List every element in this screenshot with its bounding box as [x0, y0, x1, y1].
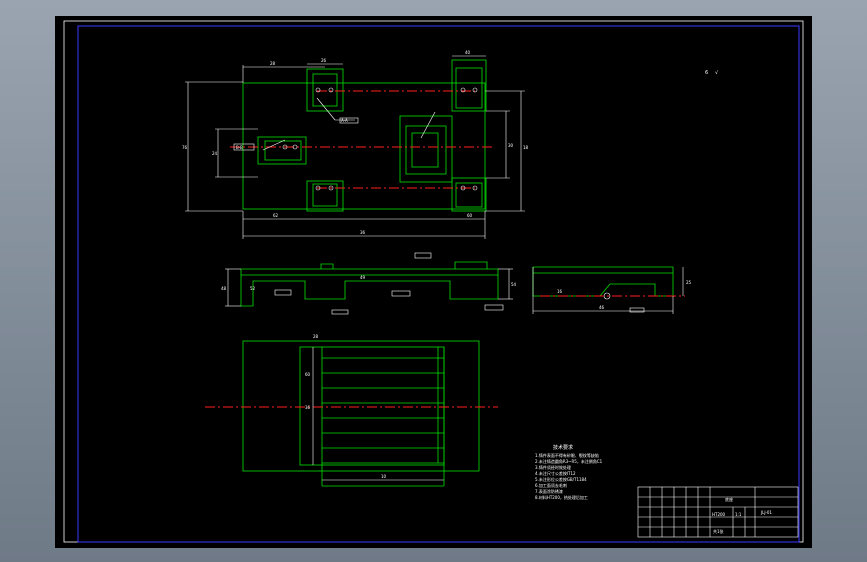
note-line: 3.铸件须经时效处理 [535, 464, 571, 470]
dim-text: 25 [686, 280, 692, 285]
top-view-body [242, 82, 486, 210]
dim-text: 28 [313, 334, 319, 339]
roughness-mark: √ [715, 70, 719, 76]
top-view: 28 26 40 76 24 18 30 36 62 60 A-A B-B [182, 50, 529, 239]
outer-frame [63, 20, 804, 543]
sheet-count: 共1张 [713, 528, 724, 534]
part-name: 底座 [725, 496, 733, 502]
scale: 1:1 [735, 512, 742, 517]
note-line: 6.加工面须去毛刺 [535, 482, 567, 488]
dim-text: 26 [321, 58, 327, 63]
svg-text:6: 6 [705, 70, 708, 76]
note-line: 7.表面涂防锈漆 [535, 488, 563, 494]
dim-text: 28 [270, 61, 276, 66]
material: HT200 [712, 512, 726, 517]
section-label: B-B [236, 145, 243, 150]
front-view: 48 54 52 49 [221, 252, 517, 315]
dim-text: 76 [182, 145, 188, 150]
side-view: 46 25 16 [532, 266, 692, 314]
dim-text: 36 [360, 230, 366, 235]
note-line: 5.未注形位公差按GB/T1184 [535, 476, 587, 482]
pad-bottom-left [306, 180, 344, 212]
cad-canvas: 6 √ 28 26 40 76 24 18 30 36 62 60 A-A B-… [63, 20, 804, 543]
dim-text: 40 [465, 50, 471, 55]
dim-text: 54 [511, 282, 517, 287]
dim-text: 48 [221, 286, 227, 291]
rib-lines [322, 347, 444, 464]
dim-text: 49 [360, 275, 366, 280]
dim-text: 36 [305, 405, 311, 410]
drawing-number: JLJ-01 [760, 510, 772, 515]
dim-text: 46 [599, 305, 605, 310]
note-line: 4.未注尺寸公差按IT12 [535, 470, 576, 476]
dim-text: 30 [508, 143, 514, 148]
drawing-sheet: 6 √ 28 26 40 76 24 18 30 36 62 60 A-A B-… [55, 16, 812, 548]
section-label: A-A [341, 118, 348, 123]
bottom-view: 10 28 36 60 [205, 334, 498, 487]
pad-top-left [306, 68, 344, 112]
note-line: 8.材料HT200，热处理后加工 [535, 494, 588, 500]
dim-text: 18 [523, 145, 529, 150]
dim-text: 24 [212, 151, 218, 156]
dim-text: 60 [467, 213, 473, 218]
dim-text: 52 [250, 286, 256, 291]
dim-text: 16 [557, 289, 563, 294]
note-line: 2.未注铸造圆角R3~R5，未注倒角C1 [535, 458, 603, 464]
note-line: 1.铸件表面不得有砂眼、裂纹等缺陷 [535, 452, 599, 458]
dim-text: 62 [273, 213, 279, 218]
dim-text: 10 [381, 474, 387, 479]
roughness-symbol: 6 √ [705, 70, 719, 76]
dim-text: 60 [305, 372, 311, 377]
notes-title: 技术要求 [553, 444, 573, 451]
title-block: 底座 JLJ-01 HT200 1:1 共1张 [637, 486, 799, 538]
technical-notes: 技术要求 1.铸件表面不得有砂眼、裂纹等缺陷 2.未注铸造圆角R3~R5，未注倒… [535, 444, 603, 500]
